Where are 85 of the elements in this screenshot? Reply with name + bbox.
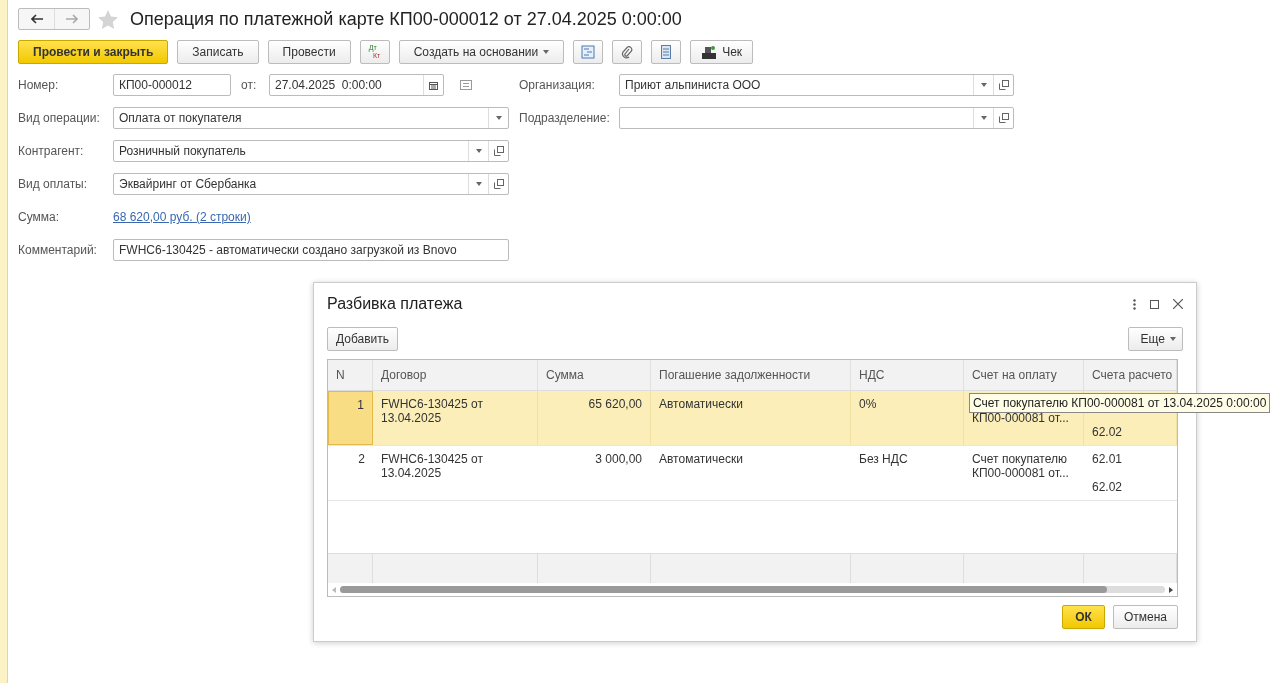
organization-field[interactable]: Приют альпиниста ООО — [619, 74, 1014, 96]
date-field[interactable]: 27.04.2025 0:00:00 — [269, 74, 444, 96]
table-cell-text: 1 — [357, 398, 364, 412]
paperclip-icon — [621, 45, 634, 59]
table-cell-text: 62.01 — [1092, 452, 1123, 466]
more-button[interactable]: Еще — [1127, 327, 1183, 351]
toolbar-button[interactable]: Записать — [177, 40, 259, 64]
text-input[interactable]: 27.04.2025 0:00:00 — [270, 75, 423, 95]
structure-icon — [581, 45, 596, 59]
table-cell-text: 65 620,00 — [588, 397, 642, 411]
table-cell-text: КП00-000081 от... — [972, 411, 1069, 425]
receipt-button[interactable]: Чек — [690, 40, 754, 64]
field-label: Организация: — [519, 78, 596, 92]
field-label: от: — [241, 78, 258, 92]
field-label: Номер: — [18, 78, 60, 92]
text-input[interactable]: Приют альпиниста ООО — [620, 75, 973, 95]
add-button[interactable]: Добавить — [327, 327, 399, 351]
table-cell-text: FWHC6-130425 от — [381, 397, 483, 411]
field-label: Комментарий: — [18, 243, 98, 257]
field-label: Вид оплаты: — [18, 177, 89, 191]
dropdown-icon — [475, 149, 482, 153]
column-header[interactable]: Погашение задолженности — [651, 360, 851, 390]
column-header[interactable]: N — [328, 360, 373, 390]
post-and-close-button[interactable]: Провести и закрыть — [18, 40, 169, 64]
table-cell-text: КП00-000081 от... — [972, 466, 1069, 480]
calendar-icon — [429, 80, 438, 90]
open-icon — [493, 146, 504, 156]
comment-field[interactable]: FWHC6-130425 - автоматически создано загрузкой из Bnovo — [114, 240, 508, 260]
table-cell-text: 0% — [859, 397, 877, 411]
dropdown-icon — [495, 116, 502, 120]
dropdown-icon — [980, 116, 987, 120]
text-input[interactable]: Розничный покупатель — [114, 141, 468, 161]
table-cell-text: 62.02 — [1092, 480, 1123, 494]
arrow-left-icon — [30, 14, 43, 24]
toolbar-icon-button[interactable] — [612, 40, 643, 64]
column-header[interactable]: Счет на оплату — [964, 360, 1084, 390]
department-field[interactable] — [619, 107, 1014, 129]
column-header[interactable]: Счета расчето — [1084, 360, 1177, 390]
document-icon — [661, 45, 672, 59]
arrow-right-icon — [66, 14, 78, 24]
dropdown-icon — [475, 182, 482, 186]
text-input[interactable]: Эквайринг от Сбербанка — [114, 174, 468, 194]
toolbar-icon-button[interactable] — [651, 40, 682, 64]
cancel-button[interactable]: Отмена — [1112, 605, 1178, 629]
close-icon[interactable] — [1173, 299, 1183, 309]
table-cell-text: Счет покупателю — [972, 452, 1067, 466]
payment-type-field[interactable]: Эквайринг от Сбербанка — [113, 173, 509, 195]
field-label: Подразделение: — [519, 111, 611, 125]
star-icon[interactable] — [98, 9, 118, 29]
dropdown-icon — [980, 83, 987, 87]
open-icon — [998, 80, 1009, 90]
table-cell-text: Без НДС — [859, 452, 908, 466]
table-cell-text: 2 — [358, 452, 365, 466]
document-title: Операция по платежной карте КП00-000012 от 27.04.2025 0:00:00 — [130, 8, 682, 30]
toolbar-button[interactable]: Провести — [267, 40, 351, 64]
column-header[interactable]: НДС — [851, 360, 964, 390]
open-icon — [493, 179, 504, 189]
sum-link[interactable]: 68 620,00 руб. (2 строки) — [113, 210, 251, 224]
more-icon[interactable] — [1133, 298, 1136, 310]
field-label: Сумма: — [18, 210, 61, 224]
table-cell-text: 62.02 — [1092, 425, 1123, 439]
create-based-on-button[interactable]: Создать на основании — [398, 40, 565, 64]
history-icon[interactable] — [460, 80, 472, 90]
dialog-title: Разбивка платежа — [327, 295, 463, 313]
table-cell-text: 13.04.2025 — [381, 411, 442, 425]
open-icon — [998, 113, 1009, 123]
column-header[interactable]: Договор — [373, 360, 538, 390]
counterparty-field[interactable]: Розничный покупатель — [113, 140, 509, 162]
number-field[interactable]: КП00-000012 — [114, 75, 230, 95]
scroll-right-icon[interactable] — [1169, 586, 1173, 593]
toolbar-icon-button[interactable] — [573, 40, 604, 64]
maximize-icon[interactable] — [1150, 299, 1159, 309]
ok-button[interactable]: ОК — [1062, 605, 1105, 629]
table-cell-text: FWHC6-130425 от — [381, 452, 483, 466]
table-cell-text: Автоматически — [659, 452, 743, 466]
dropdown-icon — [1170, 337, 1176, 341]
column-header[interactable]: Сумма — [538, 360, 651, 390]
table-cell-text: 13.04.2025 — [381, 466, 442, 480]
table-cell-text: 3 000,00 — [595, 452, 642, 466]
dropdown-icon — [543, 50, 550, 54]
tooltip: Счет покупателю КП00-000081 от 13.04.2025 0:00:00 — [969, 393, 1271, 413]
cash-register-icon — [701, 45, 718, 59]
field-label: Контрагент: — [18, 144, 85, 158]
table-cell-text: Автоматически — [659, 397, 743, 411]
field-label: Вид операции: — [18, 111, 101, 125]
